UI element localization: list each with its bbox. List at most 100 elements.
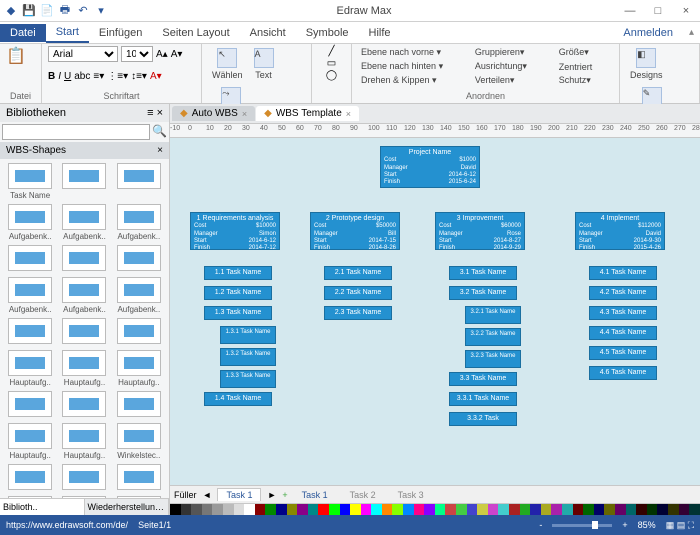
- page-tab-2[interactable]: Task 2: [342, 489, 384, 501]
- color-swatch[interactable]: [234, 504, 245, 515]
- login-link[interactable]: Anmelden: [613, 24, 683, 42]
- paste-icon[interactable]: 📋: [6, 46, 26, 66]
- shrink-font-icon[interactable]: A▾: [171, 49, 183, 60]
- print-icon[interactable]: 🖶: [58, 4, 72, 18]
- shape-item[interactable]: Aufgabenk..: [58, 204, 110, 241]
- select-tool[interactable]: ↖Wählen: [208, 46, 247, 82]
- maximize-button[interactable]: □: [644, 5, 672, 17]
- shape-item[interactable]: Aufgabenk..: [113, 204, 165, 241]
- color-swatch[interactable]: [350, 504, 361, 515]
- color-swatch[interactable]: [636, 504, 647, 515]
- page-tab-3[interactable]: Task 3: [390, 489, 432, 501]
- grow-font-icon[interactable]: A▴: [156, 49, 168, 60]
- library-menu-icon[interactable]: ≡ ×: [147, 107, 163, 119]
- wbs-node[interactable]: 3.3.2 Task: [449, 412, 517, 426]
- tab-view[interactable]: Ansicht: [240, 24, 296, 42]
- library-search-input[interactable]: [2, 124, 150, 140]
- color-swatch[interactable]: [583, 504, 594, 515]
- wbs-node[interactable]: 4.6 Task Name: [589, 366, 657, 380]
- color-swatch[interactable]: [668, 504, 679, 515]
- canvas[interactable]: Project NameCost$1000ManagerDavidStart20…: [170, 138, 700, 485]
- color-swatch[interactable]: [223, 504, 234, 515]
- page-tab-1[interactable]: Task 1: [217, 488, 261, 501]
- color-swatch[interactable]: [170, 504, 181, 515]
- underline-button[interactable]: U: [64, 71, 71, 82]
- shape-item[interactable]: Hauptaufg..: [4, 350, 56, 387]
- color-swatch[interactable]: [361, 504, 372, 515]
- color-swatch[interactable]: [488, 504, 499, 515]
- color-swatch[interactable]: [329, 504, 340, 515]
- close-icon[interactable]: ×: [346, 109, 351, 119]
- color-swatch[interactable]: [541, 504, 552, 515]
- search-icon[interactable]: 🔍: [152, 124, 167, 140]
- color-swatch[interactable]: [626, 504, 637, 515]
- color-swatch[interactable]: [445, 504, 456, 515]
- shape-item[interactable]: [4, 391, 56, 419]
- tab-insert[interactable]: Einfügen: [89, 24, 152, 42]
- shape-item[interactable]: [58, 163, 110, 200]
- save-icon[interactable]: 💾: [22, 4, 36, 18]
- wbs-node[interactable]: 3.2.3 Task Name: [465, 350, 521, 368]
- wbs-node[interactable]: Project NameCost$1000ManagerDavidStart20…: [380, 146, 480, 188]
- color-swatch[interactable]: [509, 504, 520, 515]
- prev-page-icon[interactable]: ◄: [203, 490, 212, 500]
- wbs-node[interactable]: 3.2 Task Name: [449, 286, 517, 300]
- page-tab-1b[interactable]: Task 1: [294, 489, 336, 501]
- shape-item[interactable]: [4, 464, 56, 492]
- shape-item[interactable]: Task Name: [4, 163, 56, 200]
- color-swatch[interactable]: [371, 504, 382, 515]
- tab-help[interactable]: Hilfe: [359, 24, 401, 42]
- color-swatch[interactable]: [530, 504, 541, 515]
- color-swatch[interactable]: [573, 504, 584, 515]
- shape-item[interactable]: [4, 318, 56, 346]
- wbs-node[interactable]: 2.2 Task Name: [324, 286, 392, 300]
- export-icon[interactable]: 📄: [40, 4, 54, 18]
- wbs-node[interactable]: 3 ImprovementCost$60000ManagerRoseStart2…: [435, 212, 525, 250]
- color-swatch[interactable]: [212, 504, 223, 515]
- shape-item[interactable]: [58, 464, 110, 492]
- color-swatch[interactable]: [551, 504, 562, 515]
- wbs-node[interactable]: 3.3 Task Name: [449, 372, 517, 386]
- doc-tab-wbs-template[interactable]: ◆WBS Template×: [256, 106, 359, 121]
- font-color-button[interactable]: A▾: [150, 71, 162, 82]
- color-swatch[interactable]: [392, 504, 403, 515]
- wbs-node[interactable]: 3.3.1 Task Name: [449, 392, 517, 406]
- wbs-node[interactable]: 1 Requirements analysisCost$10000Manager…: [190, 212, 280, 250]
- shape-item[interactable]: Winkelstec..: [113, 423, 165, 460]
- bullets-button[interactable]: ⋮≡▾: [107, 71, 128, 82]
- wbs-node[interactable]: 4.2 Task Name: [589, 286, 657, 300]
- zoom-slider[interactable]: [552, 524, 612, 527]
- wbs-node[interactable]: 1.4 Task Name: [204, 392, 272, 406]
- color-swatch[interactable]: [647, 504, 658, 515]
- add-page-icon[interactable]: +: [282, 490, 287, 500]
- color-swatch[interactable]: [594, 504, 605, 515]
- shape-item[interactable]: Aufgabenk..: [4, 277, 56, 314]
- wbs-node[interactable]: 1.1 Task Name: [204, 266, 272, 280]
- shape-item[interactable]: [113, 245, 165, 273]
- wbs-node[interactable]: 4.1 Task Name: [589, 266, 657, 280]
- shape-item[interactable]: [58, 318, 110, 346]
- line-shape-icon[interactable]: ╱: [328, 46, 334, 57]
- wbs-node[interactable]: 2.3 Task Name: [324, 306, 392, 320]
- color-swatch[interactable]: [562, 504, 573, 515]
- color-swatch[interactable]: [657, 504, 668, 515]
- size-button[interactable]: Größe▾: [556, 46, 613, 59]
- color-swatch[interactable]: [340, 504, 351, 515]
- undo-icon[interactable]: ↶: [76, 4, 90, 18]
- shape-item[interactable]: Hauptaufg..: [113, 350, 165, 387]
- color-swatch[interactable]: [477, 504, 488, 515]
- color-swatch[interactable]: [689, 504, 700, 515]
- library-category[interactable]: WBS-Shapes ×: [0, 142, 169, 159]
- close-icon[interactable]: ×: [157, 145, 163, 156]
- strike-button[interactable]: abc: [74, 71, 90, 82]
- color-swatch[interactable]: [244, 504, 255, 515]
- tab-page-layout[interactable]: Seiten Layout: [152, 24, 239, 42]
- align-button[interactable]: Ausrichtung▾: [472, 60, 548, 73]
- close-button[interactable]: ×: [672, 5, 700, 17]
- center-button[interactable]: Zentriert: [556, 61, 613, 73]
- color-swatch[interactable]: [297, 504, 308, 515]
- group-button[interactable]: Gruppieren▾: [472, 46, 548, 59]
- designs-button[interactable]: ◧Designs: [626, 46, 667, 82]
- shape-item[interactable]: Aufgabenk..: [4, 204, 56, 241]
- view-icons[interactable]: ▦ ▤ ⛶: [666, 520, 694, 531]
